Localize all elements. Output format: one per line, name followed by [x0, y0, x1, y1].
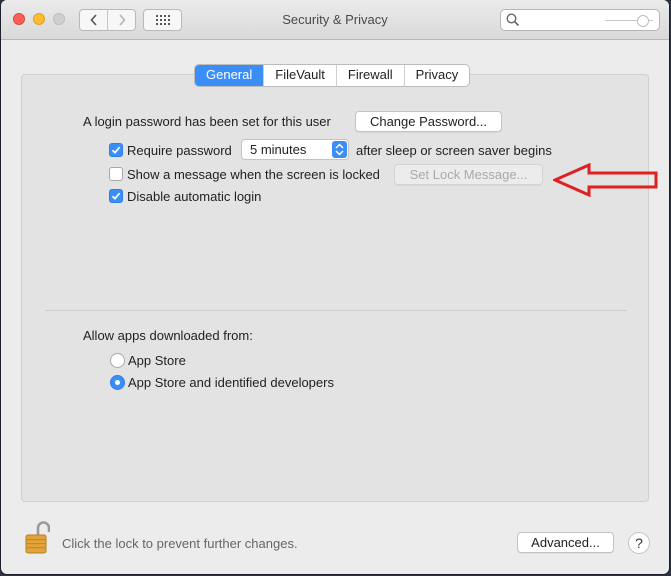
require-password-value: 5 minutes [250, 142, 307, 157]
show-message-checkbox[interactable] [109, 167, 123, 181]
advanced-button[interactable]: Advanced... [517, 532, 614, 553]
checkmark-icon [111, 146, 121, 154]
title-bar: Security & Privacy [1, 0, 669, 40]
lock-text: Click the lock to prevent further change… [62, 536, 298, 551]
require-password-select[interactable]: 5 minutes [241, 139, 349, 160]
after-sleep-text: after sleep or screen saver begins [356, 143, 552, 158]
tab-firewall[interactable]: Firewall [335, 65, 404, 86]
security-privacy-window: Security & Privacy General FileVault Fir… [1, 0, 669, 574]
show-message-label: Show a message when the screen is locked [127, 167, 380, 182]
allow-apps-heading: Allow apps downloaded from: [83, 328, 253, 343]
radio-app-store-identified-developers[interactable] [110, 375, 125, 390]
section-divider [45, 310, 627, 311]
change-password-button[interactable]: Change Password... [355, 111, 502, 132]
lock-button[interactable] [24, 521, 51, 558]
set-lock-message-button[interactable]: Set Lock Message... [394, 164, 543, 185]
unlocked-padlock-icon [25, 521, 51, 554]
tab-privacy[interactable]: Privacy [403, 65, 470, 86]
radio-app-store-identified-developers-label: App Store and identified developers [128, 375, 334, 390]
search-field-knob [637, 15, 649, 27]
tab-general[interactable]: General [195, 65, 264, 86]
require-password-checkbox[interactable] [109, 143, 123, 157]
radio-app-store-label: App Store [128, 353, 186, 368]
disable-automatic-login-label: Disable automatic login [127, 189, 262, 204]
require-password-label: Require password [127, 143, 232, 158]
annotation-arrow-icon [553, 163, 658, 197]
help-button[interactable]: ? [628, 532, 650, 554]
tab-bar: General FileVault Firewall Privacy [194, 64, 471, 87]
checkmark-icon [111, 192, 121, 200]
select-arrows-icon [332, 141, 347, 158]
login-password-text: A login password has been set for this u… [83, 114, 331, 129]
disable-automatic-login-checkbox[interactable] [109, 189, 123, 203]
search-field[interactable] [500, 9, 660, 31]
tab-filevault[interactable]: FileVault [263, 65, 336, 86]
search-icon [506, 13, 520, 27]
radio-app-store[interactable] [110, 353, 125, 368]
